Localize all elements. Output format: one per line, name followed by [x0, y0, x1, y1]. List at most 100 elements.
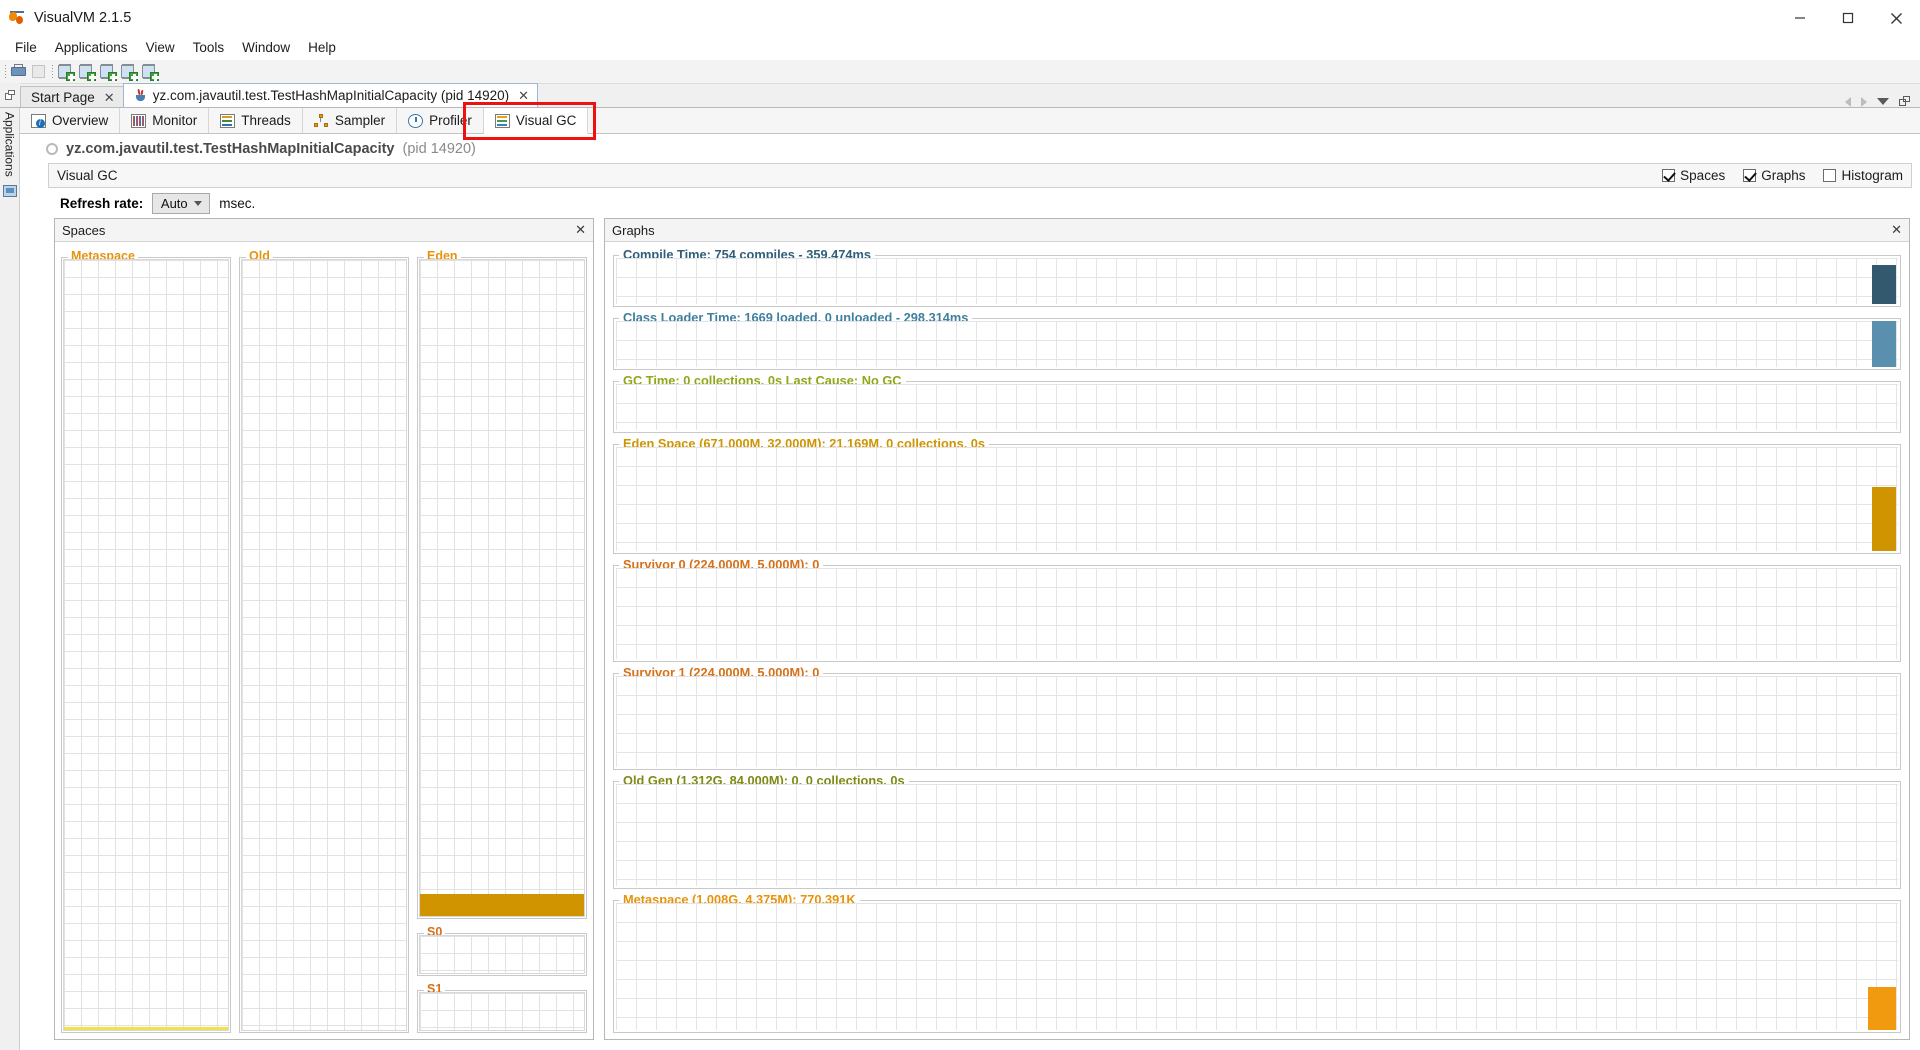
- graph-plot: [616, 903, 1898, 1030]
- chevron-down-icon: [193, 200, 202, 206]
- add-heapdump-icon[interactable]: [119, 62, 139, 82]
- spaces-grid: Metaspace Old Eden S0 S1: [61, 248, 587, 1033]
- monitor-icon: [131, 113, 147, 128]
- checkbox-spaces[interactable]: Spaces: [1662, 168, 1725, 183]
- document-tabs: Start Page ✕ yz.com.javautil.test.TestHa…: [0, 83, 1920, 108]
- visual-gc-title: Visual GC: [57, 168, 118, 183]
- panes-container: Spaces ✕ Metaspace Old Eden S0 S1 Graphs…: [20, 218, 1920, 1050]
- graph-class-loader-time[interactable]: Class Loader Time: 1669 loaded, 0 unload…: [613, 310, 1901, 370]
- plot-grid: [616, 903, 1898, 1030]
- add-jmx-icon[interactable]: [77, 62, 97, 82]
- menu-bar: File Applications View Tools Window Help: [0, 36, 1920, 60]
- add-snapshot-icon[interactable]: [98, 62, 118, 82]
- application-name: yz.com.javautil.test.TestHashMapInitialC…: [66, 140, 395, 157]
- menu-view[interactable]: View: [137, 37, 184, 59]
- plot-grid: [242, 260, 406, 1030]
- chevron-down-icon[interactable]: [1877, 98, 1889, 105]
- graph-plot: [616, 676, 1898, 767]
- checkbox-label: Graphs: [1761, 168, 1806, 183]
- threads-icon: [220, 113, 236, 128]
- checkbox-histogram[interactable]: Histogram: [1823, 168, 1903, 183]
- space-metaspace[interactable]: Metaspace: [61, 249, 231, 1033]
- application-header: yz.com.javautil.test.TestHashMapInitialC…: [20, 134, 1920, 163]
- graph-compile-time[interactable]: Compile Time: 754 compiles - 359.474ms: [613, 247, 1901, 307]
- graphs-panel: Graphs ✕ Compile Time: 754 compiles - 35…: [604, 218, 1910, 1040]
- close-icon[interactable]: ✕: [104, 91, 115, 104]
- space-s1[interactable]: S1: [417, 982, 587, 1033]
- content-area: Overview Monitor Threads Sampler Profile…: [20, 102, 1920, 1050]
- space-s0[interactable]: S0: [417, 925, 587, 976]
- refresh-rate-select[interactable]: Auto: [152, 192, 211, 214]
- toolbar-separator: [4, 63, 8, 81]
- menu-tools[interactable]: Tools: [184, 37, 234, 59]
- applications-rail[interactable]: Applications: [0, 108, 20, 1050]
- spaces-panel-title: Spaces: [62, 222, 106, 238]
- add-remote-host-icon[interactable]: [56, 62, 76, 82]
- doc-tab-application[interactable]: yz.com.javautil.test.TestHashMapInitialC…: [122, 83, 539, 107]
- doc-tab-start-page[interactable]: Start Page ✕: [20, 86, 124, 107]
- space-column-metaspace: Metaspace: [61, 248, 231, 1033]
- plot-grid: [420, 936, 584, 973]
- graph-old-gen[interactable]: Old Gen (1.312G, 84.000M): 0, 0 collecti…: [613, 773, 1901, 889]
- doc-tab-label: yz.com.javautil.test.TestHashMapInitialC…: [152, 88, 510, 103]
- menu-help[interactable]: Help: [299, 37, 345, 59]
- doc-tab-label: Start Page: [31, 89, 95, 105]
- tab-label: Threads: [241, 113, 291, 128]
- graph-series: [1872, 264, 1896, 304]
- menu-file[interactable]: File: [6, 37, 46, 59]
- graph-gc-time[interactable]: GC Time: 0 collections, 0s Last Cause: N…: [613, 373, 1901, 433]
- plot-grid: [616, 784, 1898, 886]
- refresh-rate-label: Refresh rate:: [60, 195, 144, 211]
- space-plot: [63, 259, 229, 1031]
- graph-metaspace[interactable]: Metaspace (1.008G, 4.375M): 770.391K: [613, 892, 1901, 1033]
- checkbox-graphs[interactable]: Graphs: [1743, 168, 1805, 183]
- view-options: Spaces Graphs Histogram: [1662, 168, 1903, 183]
- main-body: Applications Overview Monitor Threads: [0, 102, 1920, 1050]
- minimize-button[interactable]: [1776, 0, 1824, 36]
- metaspace-usage-line: [64, 1027, 228, 1030]
- close-icon[interactable]: ✕: [518, 89, 529, 102]
- tab-label: Profiler: [429, 113, 472, 128]
- chevron-right-icon[interactable]: [1861, 96, 1867, 107]
- space-plot: [419, 259, 585, 917]
- space-column-old: Old: [239, 248, 409, 1033]
- menu-applications[interactable]: Applications: [46, 37, 137, 59]
- app-status-circle-icon: [46, 142, 58, 155]
- tab-overview[interactable]: Overview: [20, 108, 121, 133]
- refresh-rate-unit: msec.: [219, 195, 256, 211]
- menu-window[interactable]: Window: [233, 37, 299, 59]
- restore-window-icon[interactable]: [1899, 96, 1910, 107]
- tab-sampler[interactable]: Sampler: [302, 108, 398, 133]
- close-button[interactable]: [1872, 0, 1920, 36]
- window-title: VisualVM 2.1.5: [34, 10, 132, 26]
- add-application-icon[interactable]: [140, 62, 160, 82]
- save-icon: [30, 62, 50, 82]
- plot-grid: [616, 258, 1898, 304]
- space-old[interactable]: Old: [239, 249, 409, 1033]
- plot-grid: [616, 676, 1898, 767]
- maximize-button[interactable]: [1824, 0, 1872, 36]
- tab-visual-gc[interactable]: Visual GC: [483, 108, 589, 134]
- graph-plot: [616, 384, 1898, 430]
- tab-profiler[interactable]: Profiler: [397, 108, 484, 133]
- java-cup-icon: [134, 88, 148, 103]
- applications-window-icon[interactable]: [2, 184, 17, 197]
- profiler-clock-icon: [408, 113, 424, 128]
- main-toolbar: [0, 60, 1920, 84]
- graph-survivor-0[interactable]: Survivor 0 (224.000M, 5.000M): 0: [613, 557, 1901, 662]
- tab-threads[interactable]: Threads: [209, 108, 303, 133]
- plot-grid: [420, 260, 584, 916]
- close-icon[interactable]: ✕: [575, 222, 586, 238]
- graph-survivor-1[interactable]: Survivor 1 (224.000M, 5.000M): 0: [613, 665, 1901, 770]
- printer-icon[interactable]: [9, 62, 29, 82]
- tab-label: Sampler: [334, 113, 386, 128]
- pin-window-icon[interactable]: [0, 83, 20, 107]
- visual-gc-icon: [494, 113, 510, 128]
- tab-monitor[interactable]: Monitor: [120, 108, 210, 133]
- chevron-left-icon[interactable]: [1845, 96, 1851, 107]
- plot-grid: [64, 260, 228, 1030]
- close-icon[interactable]: ✕: [1891, 222, 1902, 238]
- graph-eden-space[interactable]: Eden Space (671.000M, 32.000M): 21.169M,…: [613, 436, 1901, 554]
- space-eden[interactable]: Eden: [417, 249, 587, 919]
- refresh-rate-row: Refresh rate: Auto msec.: [20, 188, 1920, 218]
